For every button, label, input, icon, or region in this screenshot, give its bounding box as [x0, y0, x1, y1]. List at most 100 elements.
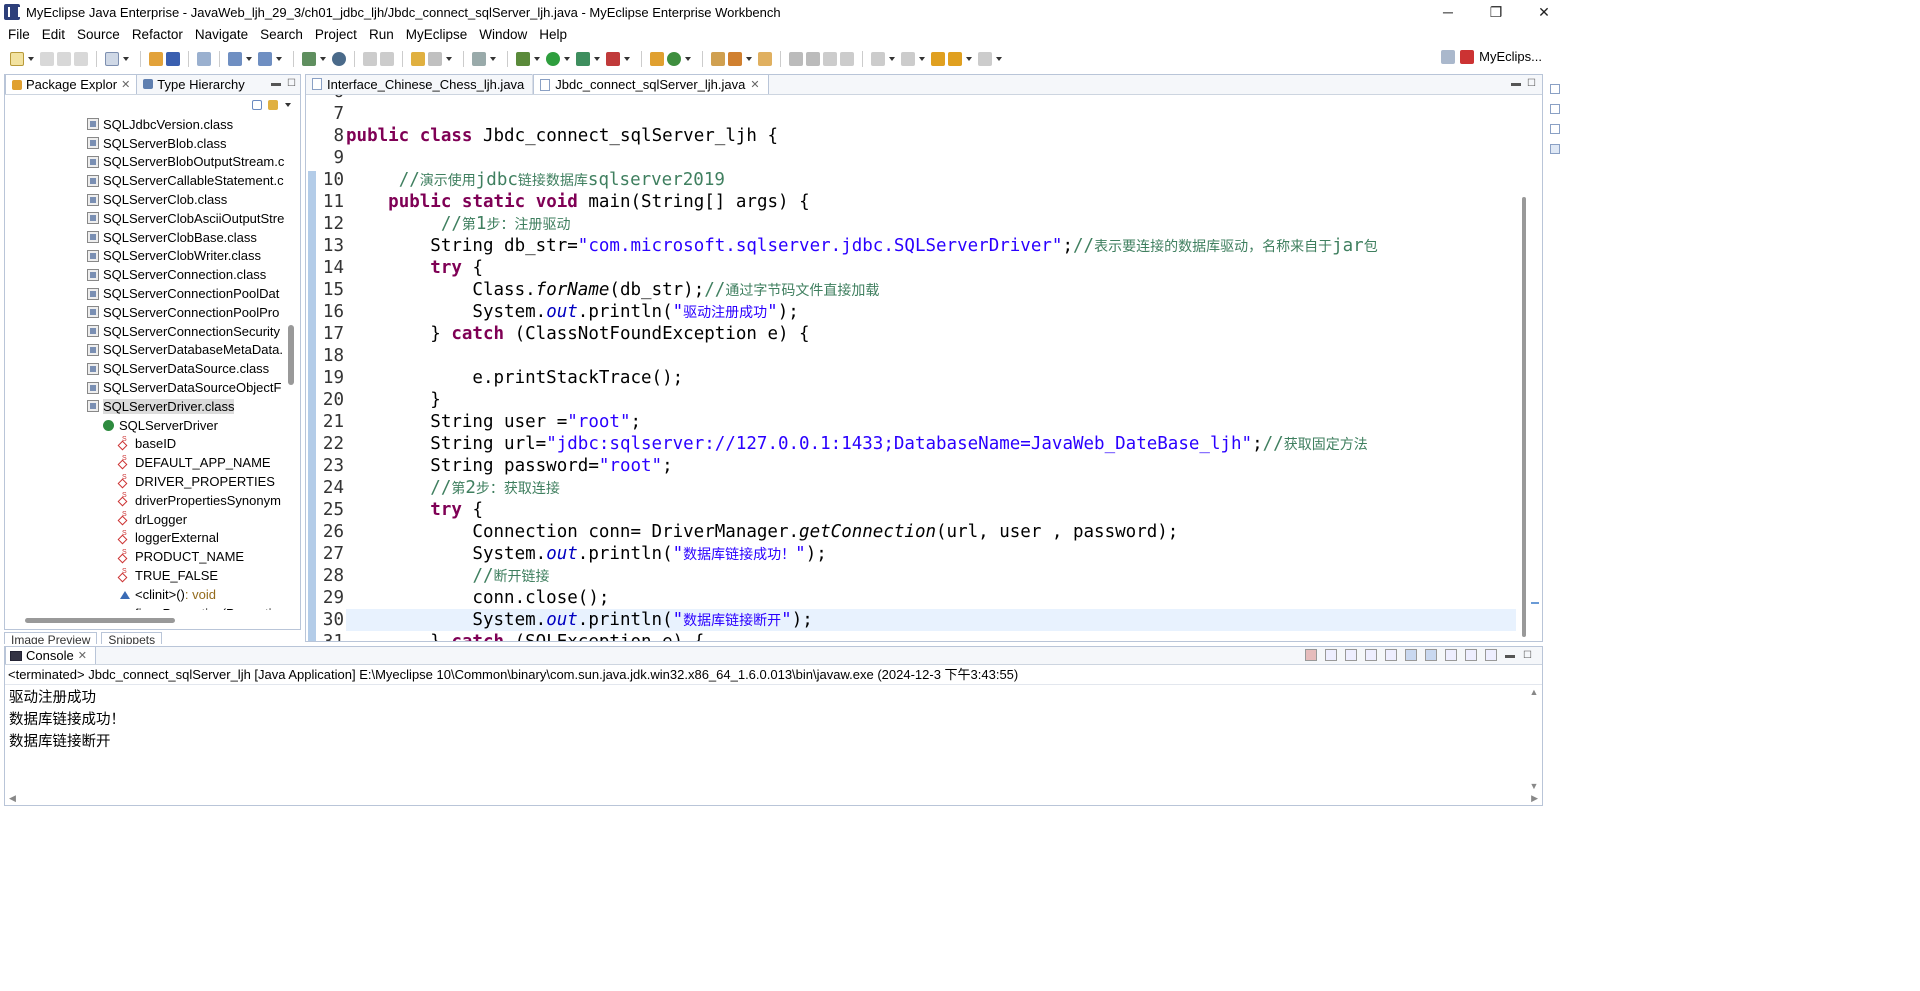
- new-project-icon[interactable]: [411, 52, 425, 66]
- menu-run[interactable]: Run: [363, 27, 400, 42]
- code-line[interactable]: [346, 147, 1516, 169]
- collapse-all-icon[interactable]: [252, 100, 262, 110]
- code-line[interactable]: public static void main(String[] args) {: [346, 191, 1516, 213]
- code-line[interactable]: [346, 103, 1516, 125]
- web-dropdown-icon[interactable]: [320, 57, 326, 61]
- editor-vertical-scrollbar[interactable]: [1520, 97, 1528, 641]
- tree-item[interactable]: DRIVER_PROPERTIES: [5, 472, 287, 491]
- debug-dropdown-icon[interactable]: [534, 57, 540, 61]
- code-line[interactable]: Connection conn= DriverManager.getConnec…: [346, 521, 1516, 543]
- pin-console-icon[interactable]: [1445, 649, 1458, 661]
- tree-item[interactable]: SQLServerDriver: [5, 416, 287, 435]
- code-line[interactable]: System.out.println("数据库链接断开");: [346, 609, 1516, 631]
- code-line[interactable]: String url="jdbc:sqlserver://127.0.0.1:1…: [346, 433, 1516, 455]
- deploy-icon[interactable]: [228, 52, 242, 66]
- scroll-lock-icon[interactable]: [1385, 649, 1398, 661]
- tree-item[interactable]: SQLServerConnectionSecurity: [5, 322, 287, 341]
- remove-launch-icon[interactable]: [1325, 649, 1338, 661]
- search-dropdown-icon[interactable]: [746, 57, 752, 61]
- scroll-up-icon[interactable]: ▲: [1530, 687, 1539, 697]
- tree-scroll-thumb[interactable]: [288, 325, 294, 385]
- copy-icon[interactable]: [380, 52, 394, 66]
- tab-snippets[interactable]: Snippets: [101, 632, 163, 644]
- code-line[interactable]: //断开链接: [346, 565, 1516, 587]
- minimize-editor-icon[interactable]: ▬: [1511, 78, 1521, 89]
- console-horizontal-scrollbar[interactable]: ◀ ▶: [5, 791, 1542, 805]
- menu-navigate[interactable]: Navigate: [189, 27, 254, 42]
- code-line[interactable]: [346, 345, 1516, 367]
- tab-type-hierarchy[interactable]: Type Hierarchy: [137, 74, 250, 94]
- remove-all-terminated-icon[interactable]: [1345, 649, 1358, 661]
- tree-horizontal-scrollbar[interactable]: [25, 618, 175, 623]
- console-view-dropdown-icon[interactable]: [490, 57, 496, 61]
- run-icon[interactable]: [546, 52, 560, 66]
- new-file-icon[interactable]: [428, 52, 442, 66]
- new-file-dropdown-icon[interactable]: [446, 57, 452, 61]
- code-line[interactable]: //演示使用jdbc链接数据库sqlserver2019: [346, 169, 1516, 191]
- tree-item[interactable]: DEFAULT_APP_NAME: [5, 453, 287, 472]
- editor-scroll-thumb[interactable]: [1522, 197, 1526, 637]
- open-task-icon[interactable]: [758, 52, 772, 66]
- close-icon[interactable]: ✕: [750, 78, 759, 91]
- tab-image-preview[interactable]: Image Preview: [4, 632, 98, 644]
- code-line[interactable]: String user ="root";: [346, 411, 1516, 433]
- close-icon[interactable]: ✕: [121, 78, 130, 91]
- back-dropdown-icon[interactable]: [966, 57, 972, 61]
- minimize-view-icon[interactable]: ▬: [271, 78, 281, 89]
- last-edit-icon[interactable]: [931, 52, 945, 66]
- outline-view-icon[interactable]: [1550, 104, 1560, 114]
- code-line[interactable]: [346, 95, 1516, 103]
- display-console-icon[interactable]: [1465, 649, 1478, 661]
- run-dropdown-icon[interactable]: [564, 57, 570, 61]
- open-console-icon[interactable]: [1485, 649, 1498, 661]
- new-icon[interactable]: [10, 52, 24, 66]
- tree-item[interactable]: driverPropertiesSynonym: [5, 491, 287, 510]
- new-java-project-icon[interactable]: [650, 52, 664, 66]
- prev-annotation-icon[interactable]: [901, 52, 915, 66]
- show-on-stderr-icon[interactable]: [1425, 649, 1438, 661]
- code-line[interactable]: try {: [346, 499, 1516, 521]
- tab-package-explorer[interactable]: Package Explor ✕: [5, 74, 138, 94]
- maximize-button[interactable]: ❐: [1472, 0, 1520, 24]
- code-line[interactable]: Class.forName(db_str);//通过字节码文件直接加载: [346, 279, 1516, 301]
- database-icon[interactable]: [197, 52, 211, 66]
- tree-item[interactable]: SQLJdbcVersion.class: [5, 115, 287, 134]
- tree-item[interactable]: SQLServerDataSourceObjectF: [5, 378, 287, 397]
- overview-marker[interactable]: [1531, 602, 1539, 604]
- new-class-icon[interactable]: [667, 52, 681, 66]
- new-dropdown-icon[interactable]: [28, 57, 34, 61]
- package-icon[interactable]: [149, 52, 163, 66]
- annotation-icon[interactable]: [789, 52, 803, 66]
- tree-item[interactable]: SQLServerCallableStatement.c: [5, 171, 287, 190]
- menu-file[interactable]: File: [2, 27, 36, 42]
- menu-myeclipse[interactable]: MyEclipse: [400, 27, 474, 42]
- console-view-icon[interactable]: [472, 52, 486, 66]
- tree-item[interactable]: fixupProperties(Properti: [5, 604, 287, 610]
- tree-item[interactable]: SQLServerConnectionPoolDat: [5, 284, 287, 303]
- tree-item[interactable]: SQLServerClobAsciiOutputStre: [5, 209, 287, 228]
- menu-help[interactable]: Help: [533, 27, 573, 42]
- external-tools-dropdown-icon[interactable]: [624, 57, 630, 61]
- debug-icon[interactable]: [516, 52, 530, 66]
- run-server-dropdown-icon[interactable]: [276, 57, 282, 61]
- maximize-console-icon[interactable]: ☐: [1523, 650, 1532, 661]
- code-line[interactable]: }: [346, 389, 1516, 411]
- code-text[interactable]: public class Jbdc_connect_sqlServer_ljh …: [346, 95, 1516, 641]
- tree-item[interactable]: SQLServerDataSource.class: [5, 359, 287, 378]
- terminate-icon[interactable]: [1305, 649, 1318, 661]
- next-annotation-icon[interactable]: [871, 52, 885, 66]
- back-icon[interactable]: [948, 52, 962, 66]
- tab-console[interactable]: Console ✕: [5, 646, 96, 664]
- tree-item[interactable]: SQLServerClob.class: [5, 190, 287, 209]
- external-tools-icon[interactable]: [606, 52, 620, 66]
- code-line[interactable]: public class Jbdc_connect_sqlServer_ljh …: [346, 125, 1516, 147]
- tree-item[interactable]: SQLServerDatabaseMetaData.: [5, 341, 287, 360]
- tab-interface-chinese-chess[interactable]: Interface_Chinese_Chess_ljh.java: [306, 74, 534, 94]
- close-button[interactable]: ✕: [1520, 0, 1568, 24]
- toggle-mark-icon[interactable]: [823, 52, 837, 66]
- tree-item[interactable]: PRODUCT_NAME: [5, 547, 287, 566]
- open-type-icon[interactable]: [105, 52, 119, 66]
- code-line[interactable]: conn.close();: [346, 587, 1516, 609]
- console-vertical-scrollbar[interactable]: ▲ ▼: [1528, 687, 1540, 791]
- scroll-down-icon[interactable]: ▼: [1530, 781, 1539, 791]
